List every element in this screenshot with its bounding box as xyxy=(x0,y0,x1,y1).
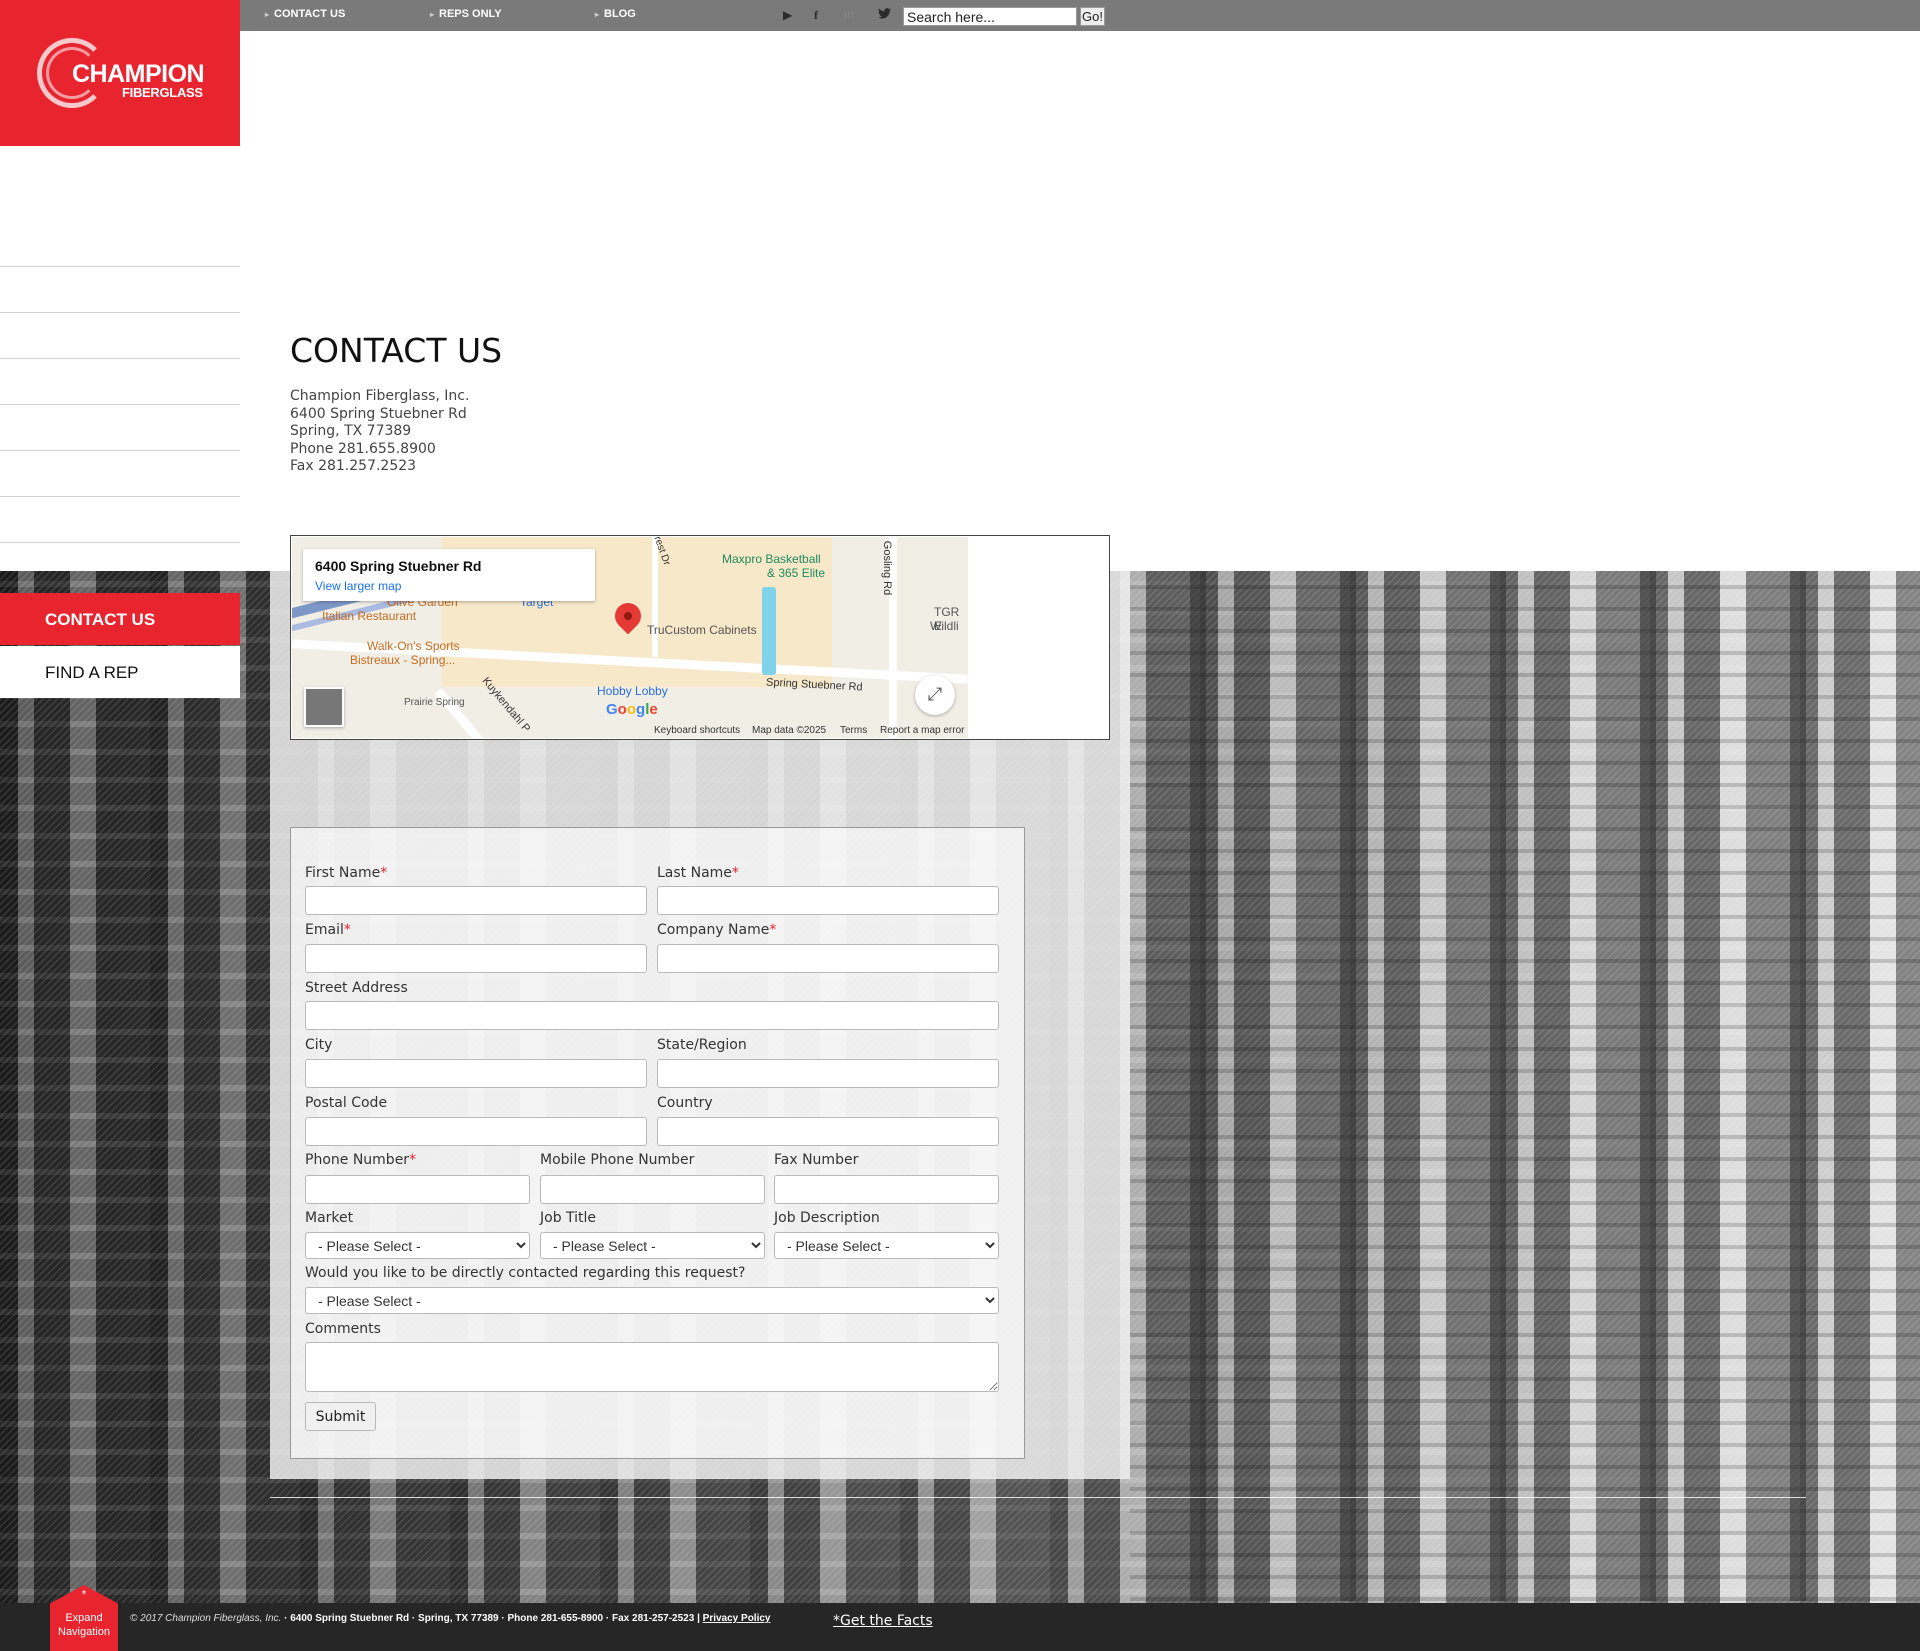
search-go-button[interactable]: Go! xyxy=(1080,7,1105,26)
footer-copyright: © 2017 Champion Fiberglass, Inc. · 6400 … xyxy=(130,1613,770,1624)
nav-divider xyxy=(0,542,240,543)
nav-divider xyxy=(0,358,240,359)
nav-divider xyxy=(0,404,240,405)
address-phone: Phone 281.655.8900 xyxy=(290,440,436,457)
footer-bar xyxy=(0,1603,1920,1651)
nav-divider xyxy=(0,450,240,451)
logo-sub: FIBERGLASS xyxy=(122,85,203,100)
footer-address: · 6400 Spring Stuebner Rd · Spring, TX 7… xyxy=(284,1613,700,1624)
map-info-card: 6400 Spring Stuebner Rd View larger map xyxy=(303,549,595,601)
street-label: Street Address xyxy=(305,980,408,996)
search-input[interactable] xyxy=(903,7,1077,26)
address-city: Spring, TX 77389 xyxy=(290,423,412,439)
copyright-text: © 2017 Champion Fiberglass, Inc. xyxy=(130,1613,282,1624)
map-terms-link[interactable]: Terms xyxy=(840,725,867,736)
map-label: Spring Stuebner Rd xyxy=(765,676,863,694)
postal-label: Postal Code xyxy=(305,1095,388,1111)
topnav-reps-only[interactable]: ▸ REPS ONLY xyxy=(430,8,502,20)
comments-textarea[interactable] xyxy=(305,1342,999,1392)
map-label: Maxpro Basketball xyxy=(722,552,821,566)
map-water xyxy=(762,587,776,675)
map-label: & 365 Elite xyxy=(767,566,826,580)
keyboard-shortcuts-link[interactable]: Keyboard shortcuts xyxy=(654,725,740,736)
email-field[interactable] xyxy=(305,944,647,973)
first-name-label: First Name* xyxy=(305,865,388,881)
divider-line xyxy=(270,1497,1806,1498)
caret-icon: ▸ xyxy=(265,10,270,19)
first-name-field[interactable] xyxy=(305,886,647,915)
city-field[interactable] xyxy=(305,1059,647,1088)
caret-icon: ▸ xyxy=(430,10,435,19)
map-frame: Maxpro Basketball & 365 Elite TruCustom … xyxy=(290,535,1110,740)
state-field[interactable] xyxy=(657,1059,999,1088)
email-label: Email* xyxy=(305,922,351,938)
country-field[interactable] xyxy=(657,1117,999,1146)
job-description-label: Job Description xyxy=(774,1210,880,1226)
facebook-icon[interactable]: f xyxy=(814,8,818,23)
map-label: Italian Restaurant xyxy=(322,609,417,623)
map-label: Wildli xyxy=(930,619,959,633)
market-label: Market xyxy=(305,1210,354,1226)
page-title: CONTACT US xyxy=(290,331,503,370)
map-label: Bistreaux - Spring... xyxy=(350,653,456,667)
contact-question-label: Would you like to be directly contacted … xyxy=(305,1265,746,1281)
address-fax: Fax 281.257.2523 xyxy=(290,458,417,474)
last-name-label: Last Name* xyxy=(657,865,739,881)
sidebar-item-contact-us[interactable]: CONTACT US xyxy=(0,593,240,645)
topnav-contact-us[interactable]: ▸ CONTACT US xyxy=(265,8,345,20)
linkedin-icon[interactable]: in xyxy=(844,8,854,21)
nav-divider xyxy=(0,496,240,497)
privacy-policy-link[interactable]: Privacy Policy xyxy=(703,1613,771,1624)
nav-divider xyxy=(0,312,240,313)
last-name-field[interactable] xyxy=(657,886,999,915)
youtube-icon[interactable]: ▶ xyxy=(783,8,792,22)
phone-field[interactable] xyxy=(305,1175,530,1204)
job-title-select[interactable]: - Please Select - xyxy=(540,1232,765,1259)
company-address: Champion Fiberglass, Inc. 6400 Spring St… xyxy=(290,388,469,476)
google-logo: Google xyxy=(606,701,658,718)
submit-button[interactable]: Submit xyxy=(305,1402,376,1431)
job-title-label: Job Title xyxy=(540,1210,597,1226)
map-label: Walk-On's Sports xyxy=(367,639,460,653)
topnav-blog[interactable]: ▸ BLOG xyxy=(595,8,636,20)
address-street: 6400 Spring Stuebner Rd xyxy=(290,405,467,422)
get-the-facts-link[interactable]: *Get the Facts xyxy=(833,1613,933,1629)
report-map-error-link[interactable]: Report a map error xyxy=(880,725,964,736)
map-data-text: Map data ©2025 xyxy=(752,725,827,736)
google-map[interactable]: Maxpro Basketball & 365 Elite TruCustom … xyxy=(292,537,968,738)
champion-logo[interactable]: CHAMPION FIBERGLASS xyxy=(0,0,240,146)
company-label: Company Name* xyxy=(657,922,777,938)
background-rack-detail xyxy=(1130,571,1920,1601)
mobile-field[interactable] xyxy=(540,1175,765,1204)
comments-label: Comments xyxy=(305,1321,381,1337)
fax-field[interactable] xyxy=(774,1175,999,1204)
mobile-label: Mobile Phone Number xyxy=(540,1152,695,1168)
map-label: Hobby Lobby xyxy=(597,684,668,698)
view-larger-map-link[interactable]: View larger map xyxy=(315,579,401,593)
state-label: State/Region xyxy=(657,1037,747,1053)
map-label: Prairie Spring xyxy=(404,697,465,708)
company-field[interactable] xyxy=(657,944,999,973)
fullscreen-icon[interactable]: ⤢ xyxy=(915,675,955,715)
map-label: TruCustom Cabinets xyxy=(647,623,757,637)
navigation-label: Navigation xyxy=(58,1626,110,1638)
map-card-title: 6400 Spring Stuebner Rd xyxy=(315,558,482,574)
map-label: Gosling Rd xyxy=(881,540,894,596)
street-field[interactable] xyxy=(305,1001,999,1030)
phone-label: Phone Number* xyxy=(305,1152,417,1168)
country-label: Country xyxy=(657,1095,713,1111)
fax-label: Fax Number xyxy=(774,1152,859,1168)
postal-field[interactable] xyxy=(305,1117,647,1146)
nav-divider xyxy=(0,266,240,267)
sidebar-item-find-a-rep[interactable]: FIND A REP xyxy=(0,646,240,698)
contact-preference-select[interactable]: - Please Select - xyxy=(305,1287,999,1314)
address-company: Champion Fiberglass, Inc. xyxy=(290,388,470,404)
twitter-icon[interactable] xyxy=(878,8,891,22)
street-view-icon[interactable] xyxy=(304,687,344,727)
city-label: City xyxy=(305,1037,333,1053)
market-select[interactable]: - Please Select - xyxy=(305,1232,530,1259)
job-description-select[interactable]: - Please Select - xyxy=(774,1232,999,1259)
caret-icon: ▸ xyxy=(595,10,600,19)
expand-label: Expand xyxy=(65,1612,103,1624)
